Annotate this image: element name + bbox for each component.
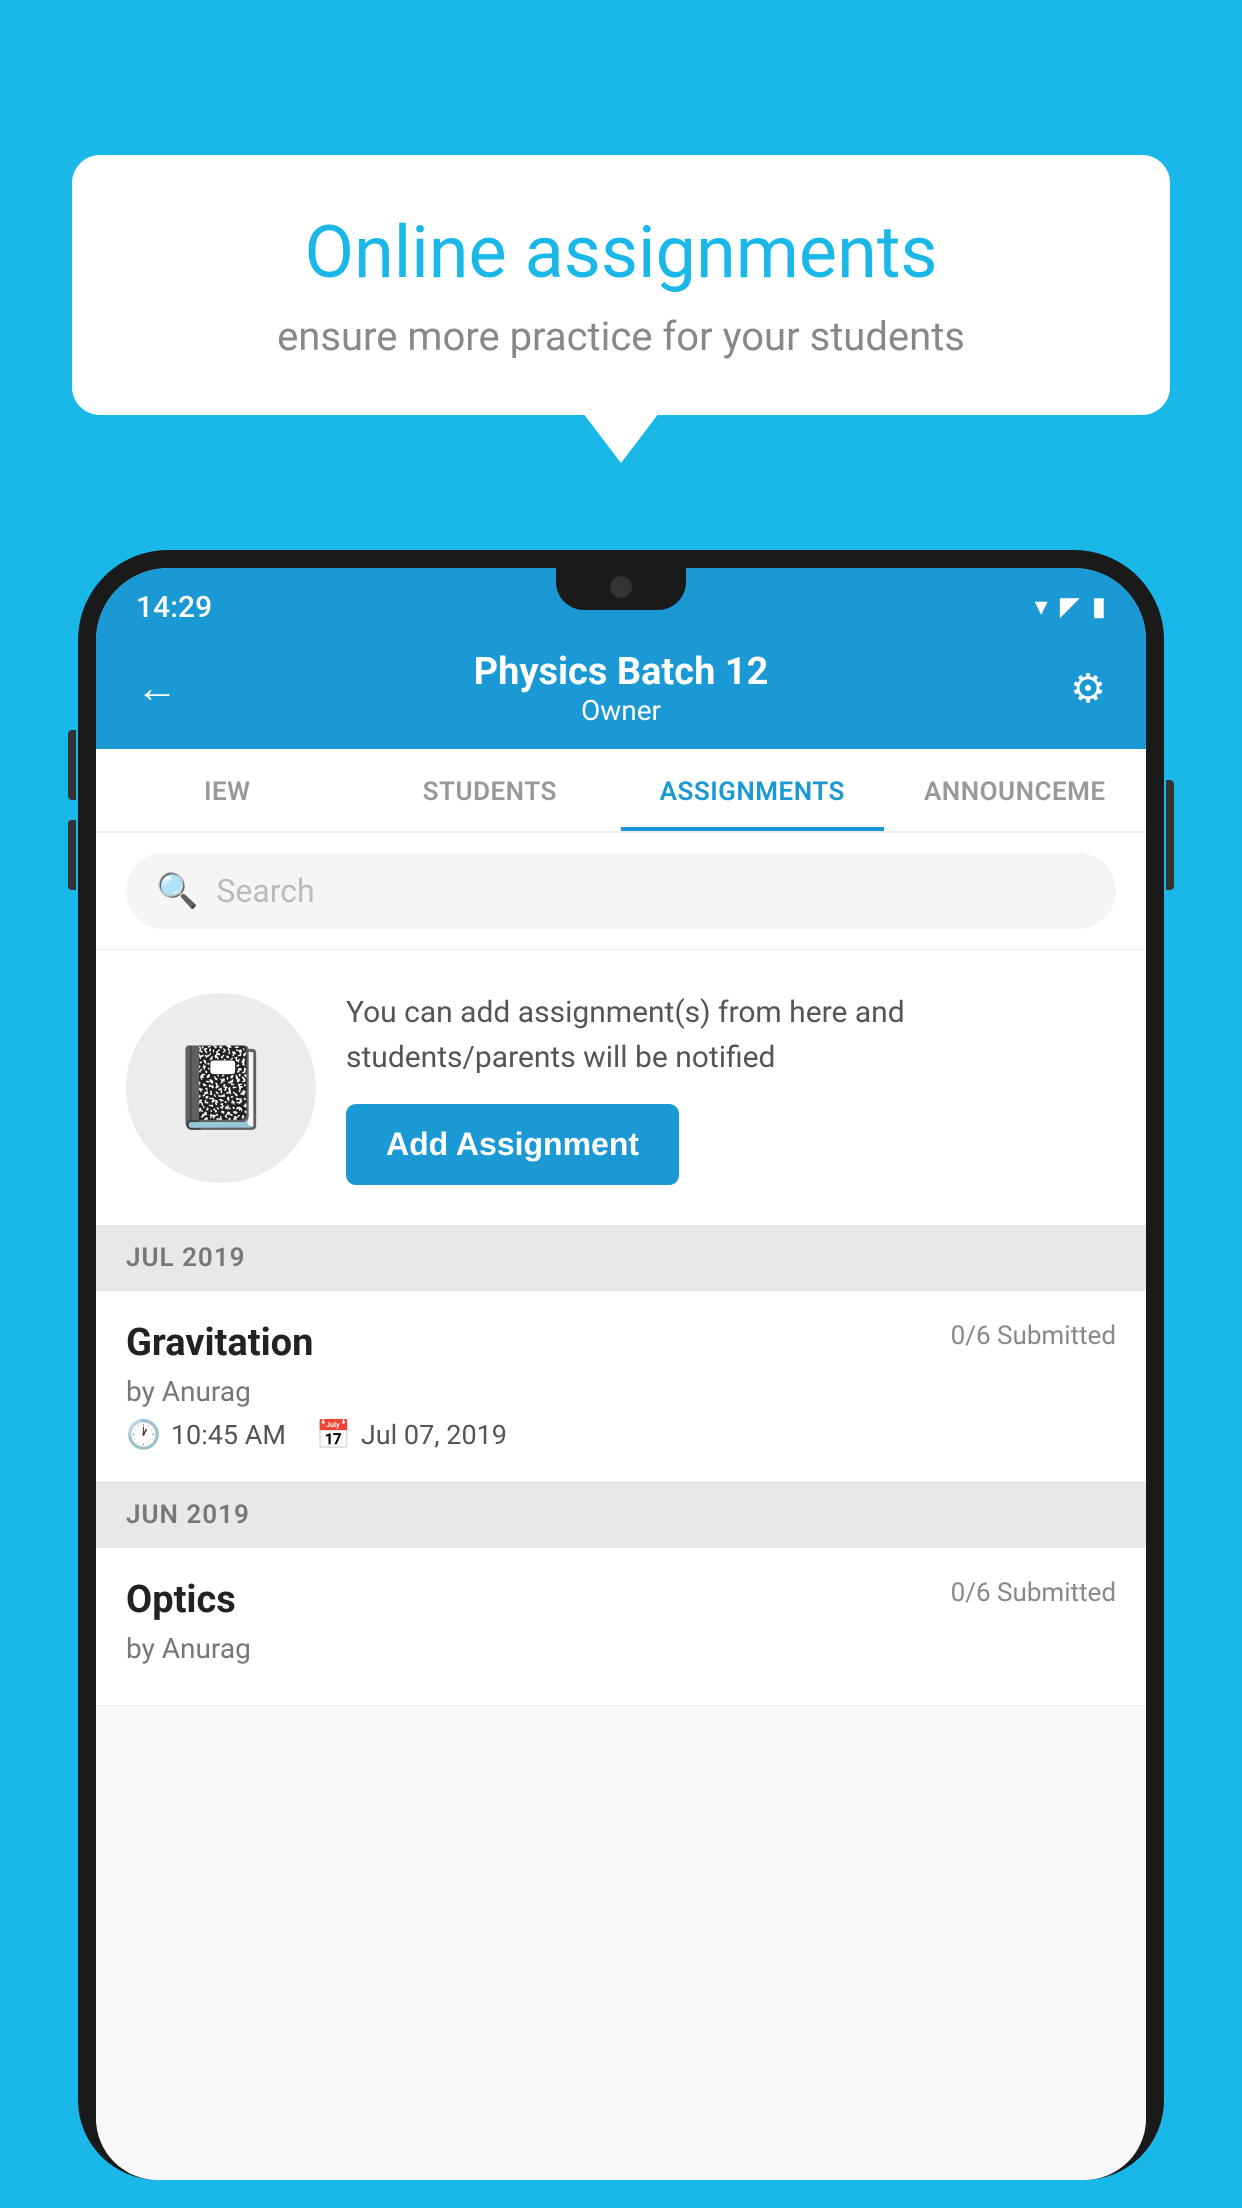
assignment-author-optics: by Anurag xyxy=(126,1632,1116,1665)
assignment-date: 📅 Jul 07, 2019 xyxy=(316,1418,507,1451)
calendar-icon: 📅 xyxy=(316,1418,351,1451)
header-title: Physics Batch 12 xyxy=(196,650,1046,694)
header-subtitle: Owner xyxy=(196,694,1046,727)
status-icons: ▾ ◤ ▮ xyxy=(1035,592,1106,622)
month-label-jul: JUL 2019 xyxy=(126,1243,246,1273)
tab-assignments[interactable]: ASSIGNMENTS xyxy=(621,749,884,831)
volume-up-button xyxy=(68,730,76,800)
add-assignment-button[interactable]: Add Assignment xyxy=(346,1104,679,1185)
promo-icon-circle: 📓 xyxy=(126,993,316,1183)
power-button xyxy=(1166,780,1174,890)
phone-screen: 14:29 ▾ ◤ ▮ ← Physics Batch 12 Owner ⚙ I… xyxy=(96,568,1146,2180)
phone-frame: 14:29 ▾ ◤ ▮ ← Physics Batch 12 Owner ⚙ I… xyxy=(78,550,1164,2208)
tab-announcements[interactable]: ANNOUNCEME xyxy=(884,749,1147,831)
assignment-time-value: 10:45 AM xyxy=(171,1419,286,1451)
signal-icon: ◤ xyxy=(1060,592,1080,622)
assignment-time: 🕐 10:45 AM xyxy=(126,1418,286,1451)
status-time: 14:29 xyxy=(136,590,212,625)
assignment-meta-gravitation: 🕐 10:45 AM 📅 Jul 07, 2019 xyxy=(126,1418,1116,1451)
assignment-author-gravitation: by Anurag xyxy=(126,1375,1116,1408)
tab-iew[interactable]: IEW xyxy=(96,749,359,831)
content-area: 🔍 Search 📓 You can add assignment(s) fro… xyxy=(96,833,1146,2180)
month-section-jul: JUL 2019 xyxy=(96,1225,1146,1291)
speech-bubble-container: Online assignments ensure more practice … xyxy=(72,155,1170,415)
speech-bubble-subtitle: ensure more practice for your students xyxy=(132,313,1110,360)
assignment-title-gravitation: Gravitation xyxy=(126,1321,313,1365)
notebook-icon: 📓 xyxy=(171,1041,271,1135)
header-title-block: Physics Batch 12 Owner xyxy=(196,650,1046,727)
month-section-jun: JUN 2019 xyxy=(96,1482,1146,1548)
assignment-submitted-gravitation: 0/6 Submitted xyxy=(951,1321,1116,1351)
battery-icon: ▮ xyxy=(1092,592,1106,622)
tab-students[interactable]: STUDENTS xyxy=(359,749,622,831)
assignment-date-value: Jul 07, 2019 xyxy=(361,1419,507,1451)
speech-bubble: Online assignments ensure more practice … xyxy=(72,155,1170,415)
month-label-jun: JUN 2019 xyxy=(126,1500,250,1530)
back-button[interactable]: ← xyxy=(136,664,196,713)
assignment-title-optics: Optics xyxy=(126,1578,236,1622)
assignment-item-gravitation[interactable]: Gravitation 0/6 Submitted by Anurag 🕐 10… xyxy=(96,1291,1146,1482)
settings-button[interactable]: ⚙ xyxy=(1046,665,1106,712)
front-camera xyxy=(610,576,632,598)
wifi-icon: ▾ xyxy=(1035,592,1048,622)
assignment-item-optics[interactable]: Optics 0/6 Submitted by Anurag xyxy=(96,1548,1146,1706)
search-input[interactable]: Search xyxy=(216,872,314,910)
phone-outer: 14:29 ▾ ◤ ▮ ← Physics Batch 12 Owner ⚙ I… xyxy=(78,550,1164,2180)
promo-content: You can add assignment(s) from here and … xyxy=(346,990,1116,1185)
promo-section: 📓 You can add assignment(s) from here an… xyxy=(96,949,1146,1225)
tabs-bar: IEW STUDENTS ASSIGNMENTS ANNOUNCEME xyxy=(96,749,1146,833)
speech-bubble-title: Online assignments xyxy=(132,210,1110,295)
promo-text: You can add assignment(s) from here and … xyxy=(346,990,1116,1080)
search-container: 🔍 Search xyxy=(96,833,1146,949)
app-header: ← Physics Batch 12 Owner ⚙ xyxy=(96,628,1146,749)
volume-down-button xyxy=(68,820,76,890)
phone-notch xyxy=(556,568,686,610)
assignment-header: Gravitation 0/6 Submitted xyxy=(126,1321,1116,1365)
assignment-header-optics: Optics 0/6 Submitted xyxy=(126,1578,1116,1622)
clock-icon: 🕐 xyxy=(126,1418,161,1451)
search-icon: 🔍 xyxy=(156,871,198,911)
search-box[interactable]: 🔍 Search xyxy=(126,853,1116,929)
assignment-submitted-optics: 0/6 Submitted xyxy=(951,1578,1116,1608)
